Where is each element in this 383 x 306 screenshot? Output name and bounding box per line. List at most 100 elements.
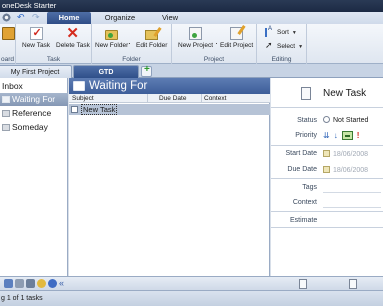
edit-project-icon	[230, 27, 244, 40]
column-header-row: Subject Due Date Context	[69, 94, 270, 103]
delete-icon	[66, 24, 79, 42]
start-date-value: 18/06/2008	[333, 151, 369, 158]
status-radio[interactable]	[323, 116, 330, 123]
page-view-icon[interactable]	[299, 279, 307, 289]
due-date-field[interactable]: 18/06/2008	[323, 166, 368, 174]
edit-folder-label: Edit Folder	[136, 42, 168, 49]
folder-group: New Folder · Edit Folder Folder	[92, 24, 172, 64]
clipboard-group-label: oard	[0, 56, 14, 63]
calendar-icon[interactable]	[323, 150, 330, 157]
ribbon: oard New Task Delete Task Task New Folde…	[0, 24, 383, 64]
ribbon-tab-row: ↶ ↷ Home Organize View	[0, 12, 383, 24]
edit-folder-button[interactable]: Edit Folder	[136, 27, 167, 49]
task-page-icon	[301, 87, 311, 100]
undo-icon[interactable]: ↶	[17, 13, 26, 22]
clipboard-group: oard	[0, 24, 16, 64]
delete-task-label: Delete Task	[56, 42, 90, 49]
status-value: Not Started	[333, 117, 369, 124]
new-folder-label: New Folder	[95, 42, 129, 49]
edit-folder-icon	[145, 30, 159, 40]
sidebar-item-waiting-for[interactable]: Waiting For	[0, 93, 68, 106]
delete-task-button[interactable]: Delete Task	[56, 24, 90, 49]
column-header-subject[interactable]: Subject	[72, 95, 94, 102]
tab-gtd[interactable]: GTD	[73, 65, 139, 78]
tasks-view-icon[interactable]	[4, 279, 13, 288]
notes-view-icon[interactable]	[37, 279, 46, 288]
start-date-field[interactable]: 18/06/2008	[323, 150, 368, 158]
sidebar-item-reference[interactable]: Reference	[0, 107, 68, 120]
new-folder-icon	[105, 30, 119, 40]
new-project-button[interactable]: New Project	[178, 27, 213, 49]
sidebar-item-label: Reference	[12, 108, 52, 118]
sidebar-item-label: Inbox	[2, 81, 23, 91]
sort-icon	[265, 26, 274, 37]
folder-icon	[2, 124, 10, 131]
folder-icon	[73, 81, 85, 91]
chevron-down-icon: ▼	[291, 29, 297, 36]
add-project-icon[interactable]	[141, 64, 152, 77]
notes-view-icon[interactable]	[349, 279, 357, 289]
project-tab-row: My First Project GTD	[0, 64, 383, 78]
priority-normal-icon[interactable]	[341, 131, 353, 140]
contacts-view-icon[interactable]	[26, 279, 35, 288]
paste-button[interactable]	[2, 27, 15, 42]
select-icon	[265, 40, 274, 51]
priority-lowest-icon[interactable]: ⇊	[323, 131, 330, 140]
edit-project-button[interactable]: Edit Project	[220, 27, 253, 49]
task-checkbox[interactable]	[71, 106, 78, 113]
sort-button[interactable]: Sort ▼	[265, 26, 297, 37]
calendar-icon[interactable]	[323, 166, 330, 173]
quick-access-toolbar: ↶ ↷	[2, 13, 41, 22]
help-icon[interactable]	[48, 279, 57, 288]
context-label: Context	[292, 199, 317, 206]
status-text: g 1 of 1 tasks	[1, 295, 43, 302]
app-menu-icon[interactable]	[2, 13, 11, 22]
priority-selector[interactable]: ⇊ ↓ !	[323, 131, 359, 140]
new-task-label: New Task	[22, 42, 51, 49]
calendar-view-icon[interactable]	[15, 279, 24, 288]
sidebar-toolbar: «	[0, 276, 271, 290]
new-task-button[interactable]: New Task	[22, 26, 51, 49]
tab-view[interactable]: View	[155, 12, 185, 24]
tags-field[interactable]	[323, 192, 381, 193]
project-group-label: Project	[203, 56, 225, 63]
start-date-label: Start Date	[285, 150, 317, 157]
sidebar-item-label: Someday	[12, 122, 48, 132]
context-field[interactable]	[323, 207, 381, 208]
project-group: New Project · Edit Project Project	[172, 24, 257, 64]
tab-organize[interactable]: Organize	[100, 12, 140, 24]
tab-home[interactable]: Home	[47, 12, 91, 24]
new-task-icon	[29, 26, 43, 40]
editing-group-label: Editing	[271, 56, 292, 63]
title-bar: oneDesk Starter	[0, 0, 383, 12]
sidebar-item-inbox[interactable]: Inbox	[0, 80, 68, 93]
new-folder-button[interactable]: New Folder	[95, 27, 128, 49]
column-header-due-date[interactable]: Due Date	[159, 95, 186, 102]
select-button[interactable]: Select ▼	[265, 40, 304, 51]
new-project-icon	[189, 27, 203, 40]
task-detail-pane: New Task Status Not Started Priority ⇊ ↓…	[271, 78, 383, 276]
tab-my-first-project[interactable]: My First Project	[0, 65, 72, 78]
redo-icon[interactable]: ↷	[32, 13, 41, 22]
task-group: New Task Delete Task Task	[16, 24, 92, 64]
due-date-value: 18/06/2008	[333, 167, 369, 174]
sidebar-item-someday[interactable]: Someday	[0, 121, 68, 134]
folder-icon	[2, 96, 10, 103]
detail-title[interactable]: New Task	[323, 88, 366, 99]
status-field[interactable]: Not Started	[323, 116, 368, 124]
new-project-label: New Project	[178, 42, 214, 49]
clipboard-icon	[2, 27, 15, 40]
column-header-context[interactable]: Context	[204, 95, 226, 102]
chevron-down-icon: ▼	[298, 43, 304, 50]
collapse-icon[interactable]: «	[59, 279, 68, 288]
priority-high-icon[interactable]: !	[357, 131, 360, 140]
priority-label: Priority	[295, 132, 317, 139]
sort-label: Sort	[277, 29, 289, 36]
task-subject[interactable]: New Task	[81, 104, 118, 115]
status-label: Status	[297, 117, 317, 124]
table-row[interactable]: New Task	[69, 104, 270, 115]
folder-group-label: Folder	[122, 56, 141, 63]
folder-sidebar: Inbox Waiting For Reference Someday	[0, 78, 68, 276]
priority-low-icon[interactable]: ↓	[334, 131, 338, 140]
select-label: Select	[277, 43, 296, 50]
